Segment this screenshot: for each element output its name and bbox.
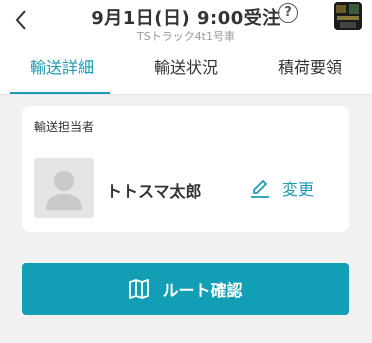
tab-loading-guide[interactable]: 積荷要領 <box>248 46 372 94</box>
page-title: 9月1日(日) 9:00受注 <box>91 8 281 29</box>
assignee-card: 輸送担当者 トトスマ太郎 変更 <box>22 106 349 232</box>
tab-transport-status[interactable]: 輸送状況 <box>124 46 248 94</box>
user-avatar[interactable] <box>334 2 362 30</box>
user-placeholder-icon <box>46 171 82 210</box>
tab-transport-details[interactable]: 輸送詳細 <box>0 46 124 94</box>
change-label: 変更 <box>282 180 315 199</box>
avatar-photo <box>334 2 362 30</box>
route-confirm-label: ルート確認 <box>162 281 243 300</box>
assignee-section-label: 輸送担当者 <box>34 120 95 134</box>
assignee-name: トトスマ太郎 <box>106 182 202 201</box>
app-header: 9月1日(日) 9:00受注 TSトラック4t1号車 ? <box>0 0 372 46</box>
change-assignee-button[interactable]: 変更 <box>248 176 314 200</box>
route-confirm-button[interactable]: ルート確認 <box>22 263 349 315</box>
tab-bar: 輸送詳細 輸送状況 積荷要領 <box>0 46 372 95</box>
map-icon <box>129 279 150 299</box>
person-avatar <box>34 158 94 218</box>
vehicle-subtitle: TSトラック4t1号車 <box>136 30 235 43</box>
help-icon[interactable]: ? <box>278 3 298 23</box>
pencil-icon <box>251 180 269 198</box>
